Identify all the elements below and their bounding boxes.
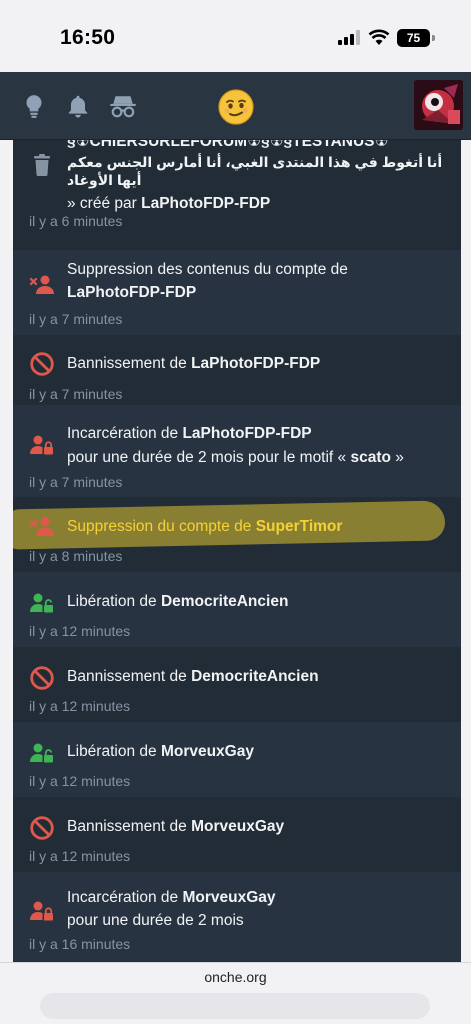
entry-action: Libération de [67,743,161,760]
entry-text: Libération de MorveuxGay [67,740,449,763]
topic-title: §☢CHIERSURLEFORUM☢§☢§TESTANUS☢ [67,140,389,150]
battery-level: 75 [406,31,421,45]
jail-duration: pour une durée de 2 mois [67,912,244,929]
user-lock-icon [30,901,53,921]
lightbulb-icon[interactable] [21,93,47,119]
list-item[interactable]: Incarcération de MorveuxGay pour une dur… [13,872,461,962]
entry-time: il y a 8 minutes [29,548,123,564]
entry-action: Suppression des contenus du compte de [67,261,348,278]
wifi-icon [368,29,390,45]
list-item[interactable]: Suppression du compte de SuperTimor il y… [13,497,461,572]
entry-time: il y a 12 minutes [29,698,131,714]
user-link[interactable]: SuperTimor [256,518,343,535]
list-item[interactable]: Bannissement de MorveuxGay il y a 12 min… [13,797,461,872]
status-time: 16:50 [60,26,116,49]
list-item[interactable]: Libération de DemocriteAncien il y a 12 … [13,572,461,647]
entry-time: il y a 6 minutes [29,213,123,229]
bell-icon[interactable] [65,93,91,119]
entry-text: Incarcération de LaPhotoFDP-FDP pour une… [67,422,449,469]
list-item[interactable]: Incarcération de LaPhotoFDP-FDP pour une… [13,405,461,497]
entry-time: il y a 12 minutes [29,623,131,639]
ios-status-bar: 16:50 75 [0,0,471,72]
list-item[interactable]: Bannissement de DemocriteAncien il y a 1… [13,647,461,722]
url-text[interactable]: onche.org [0,969,471,985]
entry-time: il y a 16 minutes [29,936,131,952]
entry-action: Bannissement de [67,668,192,685]
entry-text: Libération de DemocriteAncien [67,590,449,613]
smiley-logo-icon[interactable] [218,89,254,125]
entry-text: Incarcération de MorveuxGay pour une dur… [67,886,449,932]
entry-action: Libération de [67,593,161,610]
entry-action: Bannissement de [67,355,192,372]
user-link[interactable]: MorveuxGay [191,818,284,835]
browser-url-bar[interactable]: onche.org [0,962,471,1024]
entry-time: il y a 7 minutes [29,474,123,490]
list-item[interactable]: Bannissement de LaPhotoFDP-FDP il y a 7 … [13,335,461,405]
url-bar-blur [40,993,430,1019]
user-link[interactable]: LaPhotoFDP-FDP [191,355,320,372]
entry-action: Bannissement de [67,818,192,835]
entry-time: il y a 12 minutes [29,848,131,864]
entry-time: il y a 7 minutes [29,386,123,402]
entry-action: Incarcération de [67,425,183,442]
topic-title-arabic: أنا أتغوط في هذا المنتدى الغبي، أنا أمار… [67,154,443,188]
user-delete-icon [29,517,54,536]
user-unlock-icon [30,743,53,763]
ban-icon [30,352,54,376]
jail-reason: scato [350,449,391,466]
entry-text: Bannissement de MorveuxGay [67,815,449,838]
user-link[interactable]: LaPhotoFDP-FDP [141,195,270,212]
jail-reason-close: » [390,449,404,466]
user-link[interactable]: DemocriteAncien [191,668,318,685]
user-link[interactable]: MorveuxGay [182,889,275,906]
user-link[interactable]: MorveuxGay [161,743,254,760]
cellular-signal-icon [338,30,360,45]
list-item[interactable]: §☢CHIERSURLEFORUM☢§☢§TESTANUS☢ أنا أتغوط… [13,140,461,240]
user-delete-icon [29,275,54,294]
entry-action: Suppression du compte de [67,518,256,535]
app-header [0,72,471,140]
user-link[interactable]: DemocriteAncien [161,593,288,610]
ban-icon [30,666,54,690]
incognito-icon[interactable] [109,93,137,119]
trash-icon [34,154,50,176]
ban-icon [30,816,54,840]
entry-text: Bannissement de LaPhotoFDP-FDP [67,352,449,375]
list-item[interactable]: Libération de MorveuxGay il y a 12 minut… [13,722,461,797]
jail-duration: pour une durée de 2 mois pour le motif « [67,449,351,466]
entry-text: Suppression des contenus du compte de La… [67,258,449,304]
user-unlock-icon [30,593,53,613]
entry-text: §☢CHIERSURLEFORUM☢§☢§TESTANUS☢ أنا أتغوط… [67,140,449,215]
entry-time: il y a 12 minutes [29,773,131,789]
avatar-image [414,80,463,130]
entry-text: Suppression du compte de SuperTimor [67,515,449,538]
entry-time: il y a 7 minutes [29,311,123,327]
created-by-label: » créé par [67,195,142,212]
entry-action: Incarcération de [67,889,183,906]
avatar[interactable] [414,80,463,130]
battery-tip [432,35,435,41]
list-item[interactable]: Suppression des contenus du compte de La… [13,250,461,335]
moderation-log-feed: §☢CHIERSURLEFORUM☢§☢§TESTANUS☢ أنا أتغوط… [13,140,461,962]
user-lock-icon [30,435,53,455]
battery-icon: 75 [397,29,430,47]
user-link[interactable]: LaPhotoFDP-FDP [67,284,196,301]
entry-text: Bannissement de DemocriteAncien [67,665,449,688]
user-link[interactable]: LaPhotoFDP-FDP [182,425,311,442]
